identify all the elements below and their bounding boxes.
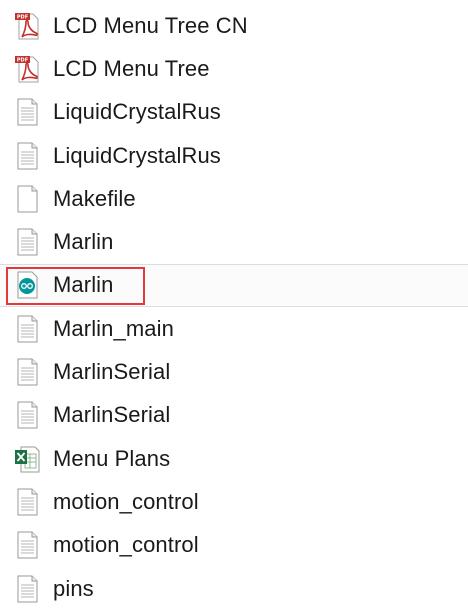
file-item-selected[interactable]: Marlin: [0, 263, 468, 308]
text-file-icon: [13, 400, 41, 430]
file-name: Marlin: [53, 229, 114, 255]
text-file-icon: [13, 97, 41, 127]
excel-file-icon: [13, 444, 41, 474]
file-item[interactable]: MarlinSerial: [0, 350, 468, 393]
blank-file-icon: [13, 184, 41, 214]
file-list: PDF LCD Menu Tree CN PDF LCD Menu Tree L…: [0, 4, 468, 610]
file-item[interactable]: PDF LCD Menu Tree CN: [0, 4, 468, 47]
text-file-icon: [13, 530, 41, 560]
arduino-file-icon: [13, 270, 41, 300]
file-item[interactable]: MarlinSerial: [0, 394, 468, 437]
file-name: pins: [53, 575, 94, 601]
file-item[interactable]: Marlin: [0, 220, 468, 263]
file-item[interactable]: motion_control: [0, 524, 468, 567]
file-item[interactable]: Makefile: [0, 177, 468, 220]
file-item[interactable]: PDF LCD Menu Tree: [0, 47, 468, 90]
file-name: LiquidCrystalRus: [53, 99, 221, 125]
text-file-icon: [13, 357, 41, 387]
file-name: motion_control: [53, 488, 199, 514]
file-name: LiquidCrystalRus: [53, 142, 221, 168]
file-name: LCD Menu Tree CN: [53, 12, 248, 38]
svg-text:PDF: PDF: [17, 58, 28, 64]
file-item[interactable]: Menu Plans: [0, 437, 468, 480]
file-item[interactable]: pins: [0, 567, 468, 610]
svg-text:PDF: PDF: [17, 14, 28, 20]
file-name: Makefile: [53, 185, 136, 211]
file-name: motion_control: [53, 532, 199, 558]
file-item[interactable]: motion_control: [0, 480, 468, 523]
text-file-icon: [13, 141, 41, 171]
file-name: Marlin: [53, 272, 114, 298]
file-item[interactable]: LiquidCrystalRus: [0, 134, 468, 177]
text-file-icon: [13, 487, 41, 517]
file-name: Marlin_main: [53, 315, 174, 341]
text-file-icon: [13, 574, 41, 604]
file-item[interactable]: Marlin_main: [0, 307, 468, 350]
pdf-file-icon: PDF: [13, 54, 41, 84]
file-name: Menu Plans: [53, 445, 171, 471]
file-name: LCD Menu Tree: [53, 55, 210, 81]
file-name: MarlinSerial: [53, 359, 171, 385]
text-file-icon: [13, 227, 41, 257]
file-name: MarlinSerial: [53, 402, 171, 428]
file-item[interactable]: LiquidCrystalRus: [0, 91, 468, 134]
text-file-icon: [13, 314, 41, 344]
pdf-file-icon: PDF: [13, 11, 41, 41]
